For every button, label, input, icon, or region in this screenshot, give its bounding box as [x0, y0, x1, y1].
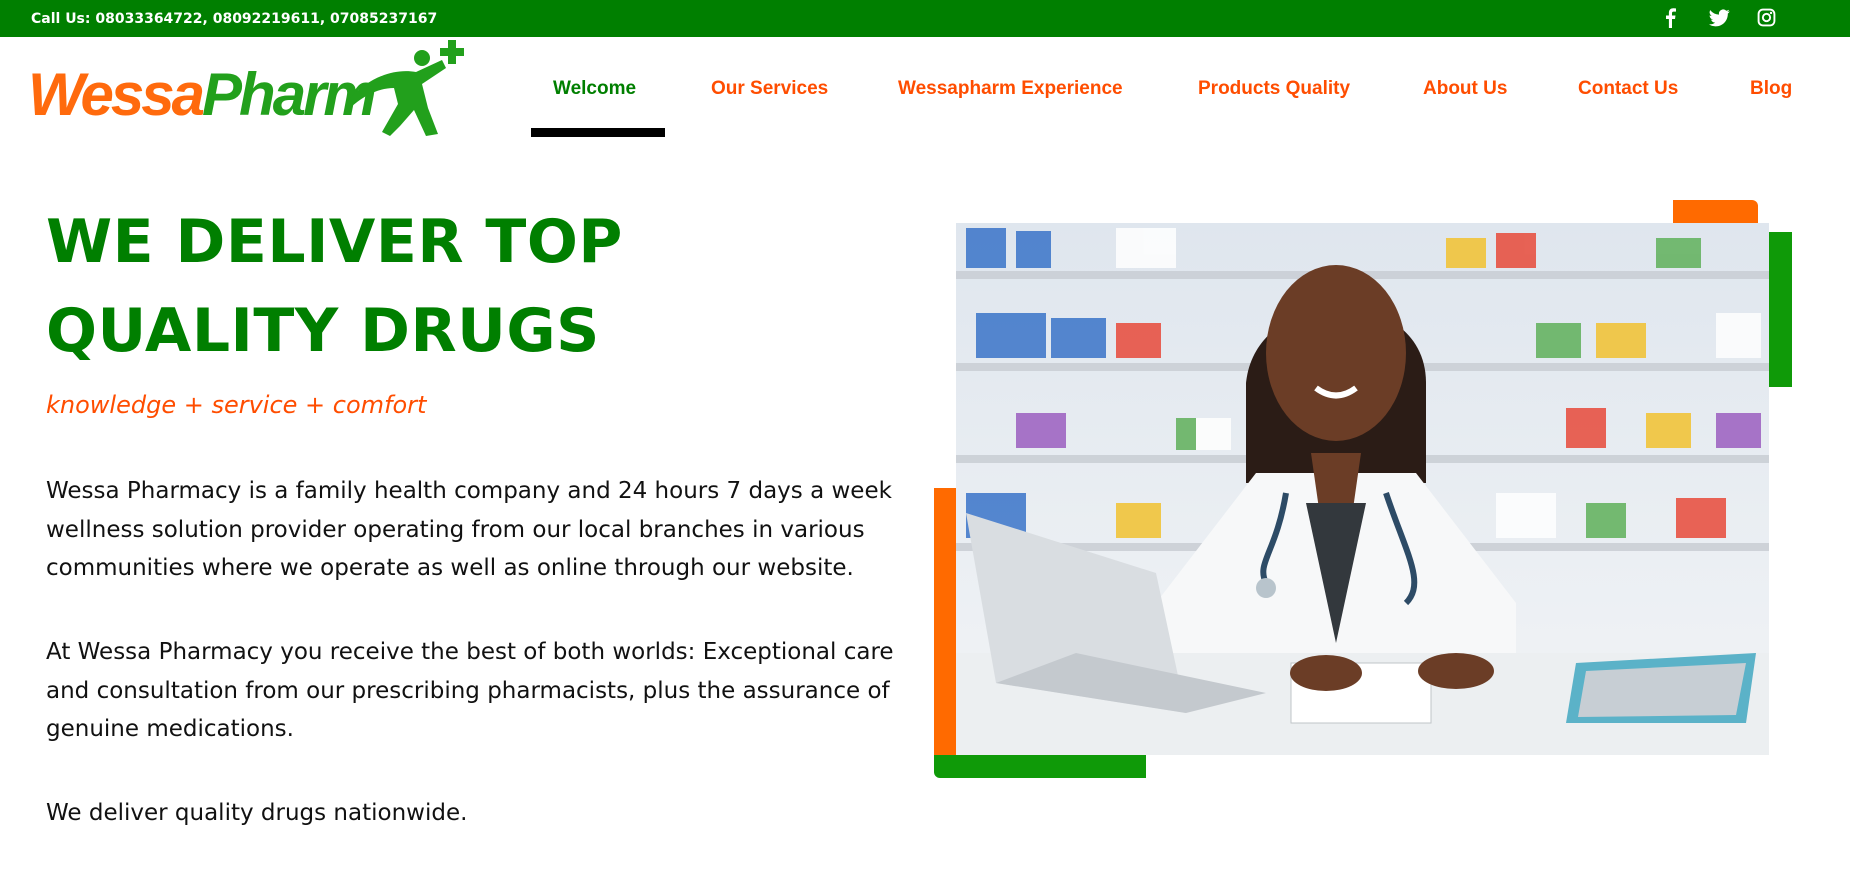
orange-side-accent: [934, 488, 958, 756]
top-contact-bar: Call Us: 08033364722, 08092219611, 07085…: [0, 0, 1850, 37]
pharmacist-illustration: [956, 223, 1769, 755]
instagram-icon[interactable]: [1757, 8, 1776, 27]
active-nav-indicator: [531, 128, 665, 137]
nav-products-quality[interactable]: Products Quality: [1198, 78, 1350, 100]
hero-tagline: knowledge + service + comfort: [46, 391, 427, 419]
main-navigation: Welcome Our Services Wessapharm Experien…: [0, 74, 1850, 114]
green-side-accent: [1769, 232, 1792, 387]
nav-contact-us[interactable]: Contact Us: [1578, 78, 1678, 100]
nav-blog[interactable]: Blog: [1750, 78, 1792, 100]
benefits-paragraph: At Wessa Pharmacy you receive the best o…: [46, 639, 894, 742]
nav-about-us[interactable]: About Us: [1423, 78, 1507, 100]
intro-paragraph: Wessa Pharmacy is a family health compan…: [46, 478, 892, 581]
nav-wessapharm-experience[interactable]: Wessapharm Experience: [898, 78, 1123, 100]
delivery-paragraph: We deliver quality drugs nationwide.: [46, 800, 468, 826]
twitter-icon[interactable]: [1709, 8, 1730, 28]
green-bottom-accent: [934, 755, 1146, 778]
nav-our-services[interactable]: Our Services: [711, 78, 828, 100]
facebook-icon[interactable]: [1663, 8, 1677, 28]
hero-title: WE DELIVER TOP QUALITY DRUGS: [46, 207, 623, 366]
hero-image-frame: [934, 200, 1792, 780]
contact-phone-numbers: Call Us: 08033364722, 08092219611, 07085…: [31, 11, 438, 27]
pharmacist-photo: [956, 223, 1769, 755]
nav-welcome[interactable]: Welcome: [553, 78, 636, 100]
